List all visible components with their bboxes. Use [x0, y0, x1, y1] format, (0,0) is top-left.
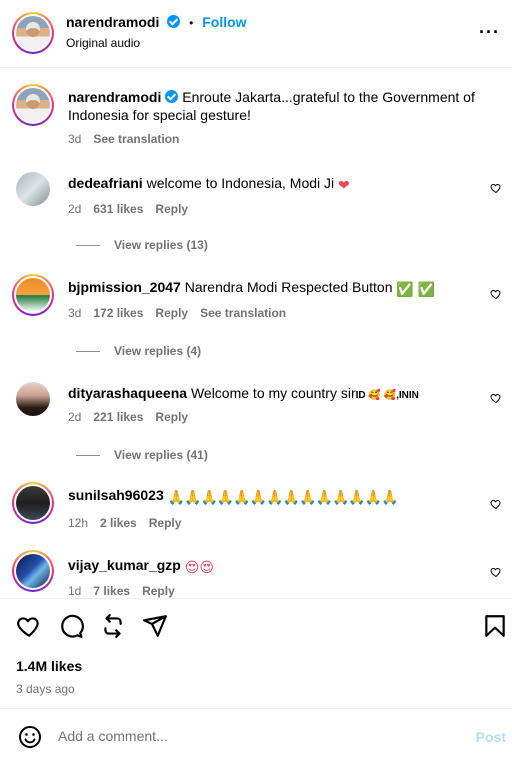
comment-likes[interactable]: 221 likes: [93, 410, 143, 424]
author-avatar[interactable]: [12, 12, 54, 54]
comment-like-heart-icon[interactable]: [490, 392, 502, 404]
commenter-avatar[interactable]: [12, 550, 54, 592]
comment-time: 2d: [68, 202, 82, 216]
commenter-username[interactable]: dedeafriani: [68, 175, 143, 191]
verified-badge-icon: [165, 90, 179, 103]
view-replies-button[interactable]: View replies (13): [76, 238, 208, 252]
repost-icon[interactable]: [100, 613, 126, 639]
audio-label[interactable]: Original audio: [66, 36, 140, 50]
comment-likes[interactable]: 7 likes: [93, 584, 130, 598]
comment-text: Welcome to my country sir: [190, 385, 356, 401]
commenter-username[interactable]: dityarashaqueena: [68, 385, 187, 401]
heart-icon[interactable]: [16, 613, 42, 639]
view-replies-button[interactable]: View replies (4): [76, 344, 201, 358]
comment-time: 12h: [68, 516, 89, 530]
caption-username[interactable]: narendramodi: [68, 89, 161, 105]
ellipsis-icon[interactable]: ···: [479, 22, 500, 43]
bookmark-icon[interactable]: [482, 613, 508, 639]
commenter-username[interactable]: vijay_kumar_gzp: [68, 557, 181, 573]
reply-button[interactable]: Reply: [149, 516, 182, 530]
view-replies-label[interactable]: View replies (4): [114, 344, 201, 358]
commenter-username[interactable]: sunilsah96023: [68, 487, 164, 503]
comment-emoji: ❤: [338, 177, 350, 193]
comment-time: 2d: [68, 410, 82, 424]
comment-emoji: 🙏🙏🙏🙏🙏🙏🙏🙏🙏🙏🙏🙏🙏🙏: [167, 489, 399, 505]
comment-time: 1d: [68, 584, 82, 598]
see-translation-button[interactable]: See translation: [93, 132, 179, 146]
comment-emoji: 😍😍: [184, 559, 214, 575]
comment-time: 3d: [68, 306, 82, 320]
author-username[interactable]: narendramodi: [66, 14, 159, 30]
comment-text: welcome to Indonesia, Modi Ji: [146, 175, 335, 191]
reply-button[interactable]: Reply: [142, 584, 175, 598]
follow-button[interactable]: Follow: [202, 14, 246, 30]
view-replies-button[interactable]: View replies (41): [76, 448, 208, 462]
comment-text: Narendra Modi Respected Button: [184, 279, 393, 295]
separator-dot: •: [189, 16, 194, 30]
comment-icon[interactable]: [58, 613, 84, 639]
comment-likes[interactable]: 631 likes: [93, 202, 143, 216]
reply-button[interactable]: Reply: [155, 410, 188, 424]
reply-button[interactable]: Reply: [155, 202, 188, 216]
emoji-smile-icon[interactable]: [18, 725, 42, 749]
commenter-avatar[interactable]: [16, 382, 50, 416]
replies-divider-line: [76, 454, 100, 456]
comment-like-heart-icon[interactable]: [490, 566, 502, 578]
replies-divider-line: [76, 244, 100, 246]
commenter-username[interactable]: bjpmission_2047: [68, 279, 181, 295]
see-translation-button[interactable]: See translation: [200, 306, 286, 320]
comment-like-heart-icon[interactable]: [490, 498, 502, 510]
comment-like-heart-icon[interactable]: [490, 288, 502, 300]
action-bar: [0, 598, 512, 654]
replies-divider-line: [76, 350, 100, 352]
reply-button[interactable]: Reply: [155, 306, 188, 320]
send-icon[interactable]: [142, 613, 168, 639]
commenter-avatar[interactable]: [16, 172, 50, 206]
comment-likes[interactable]: 2 likes: [100, 516, 137, 530]
post-timestamp[interactable]: 3 days ago: [16, 682, 75, 696]
comment-likes[interactable]: 172 likes: [93, 306, 143, 320]
comment-input[interactable]: [58, 725, 438, 747]
verified-badge-icon: [167, 15, 181, 28]
commenter-avatar[interactable]: [12, 274, 54, 316]
likes-count[interactable]: 1.4M likes: [16, 658, 82, 674]
comment-suffix: ID 🥰 🥰,ININ: [355, 390, 419, 401]
post-header: narendramodi • Follow Original audio ···: [0, 0, 512, 68]
view-replies-label[interactable]: View replies (13): [114, 238, 208, 252]
view-replies-label[interactable]: View replies (41): [114, 448, 208, 462]
comment-like-heart-icon[interactable]: [490, 182, 502, 194]
add-comment-bar: Post: [0, 708, 512, 761]
caption-time: 3d: [68, 132, 82, 146]
caption-avatar[interactable]: [12, 84, 54, 126]
commenter-avatar[interactable]: [12, 482, 54, 524]
comment-emoji: ✅ ✅: [396, 281, 436, 297]
post-button[interactable]: Post: [476, 729, 506, 745]
